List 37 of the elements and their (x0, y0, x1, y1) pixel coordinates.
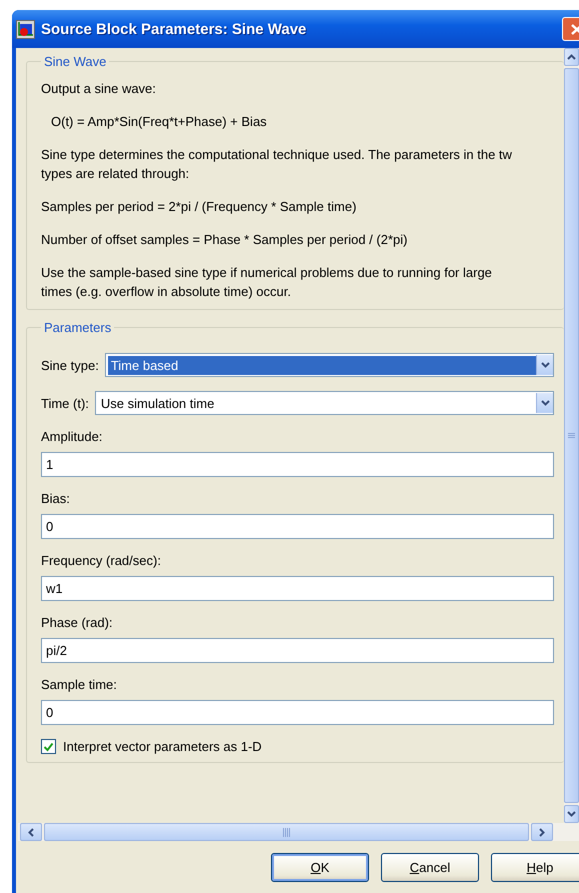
grip-icon (282, 828, 290, 836)
close-icon (570, 23, 579, 35)
field-label: Phase (rad): (41, 615, 114, 630)
field-label: Sample time: (41, 677, 118, 692)
window-title: Source Block Parameters: Sine Wave (41, 20, 308, 38)
checkbox-label: Interpret vector parameters as 1-D (63, 739, 262, 754)
dialog-button[interactable]: Cancel (381, 852, 479, 882)
field-label: Time (t): (41, 396, 89, 410)
input-field[interactable]: 1 (41, 452, 554, 477)
field-label: Bias: (41, 491, 71, 506)
group-title: Sine Wave (43, 54, 108, 69)
vertical-scrollbar[interactable] (564, 48, 579, 823)
description-text: Use the sample-based sine type if numerical problems due to running for large times (e.g. overflow in absolute time) occur. (41, 264, 493, 301)
dialog-button[interactable]: Help (491, 852, 579, 882)
field-label: Sine type: (41, 358, 99, 372)
input-field[interactable]: 0 (41, 700, 554, 725)
description-text: Number of offset samples = Phase * Samples per period / (2*pi) (41, 231, 408, 249)
checkbox[interactable] (41, 739, 56, 754)
close-button[interactable] (562, 17, 579, 41)
grip-icon (568, 432, 575, 438)
dropdown[interactable]: Time based (104, 353, 554, 377)
description-text: Sine type determines the computational technique used. The parameters in the tw types are related through: (41, 146, 513, 183)
dialog-button[interactable]: OK (271, 852, 369, 882)
formula-text: O(t) = Amp*Sin(Freq*t+Phase) + Bias (50, 113, 268, 131)
field-label: Frequency (rad/sec): (41, 553, 162, 568)
horizontal-scrollbar[interactable] (18, 823, 579, 841)
description-text: Output a sine wave: (41, 80, 157, 98)
description-text: Samples per period = 2*pi / (Frequency * Sample time) (41, 198, 358, 216)
input-field[interactable]: w1 (41, 576, 554, 601)
input-field[interactable]: pi/2 (41, 638, 554, 663)
input-field[interactable]: 0 (41, 514, 554, 539)
caret-icon (540, 400, 550, 406)
caret-icon (540, 362, 550, 368)
block-icon (16, 20, 35, 38)
group-title: Parameters (43, 320, 112, 335)
dropdown[interactable]: Use simulation time (94, 391, 554, 415)
field-label: Amplitude: (41, 429, 104, 444)
